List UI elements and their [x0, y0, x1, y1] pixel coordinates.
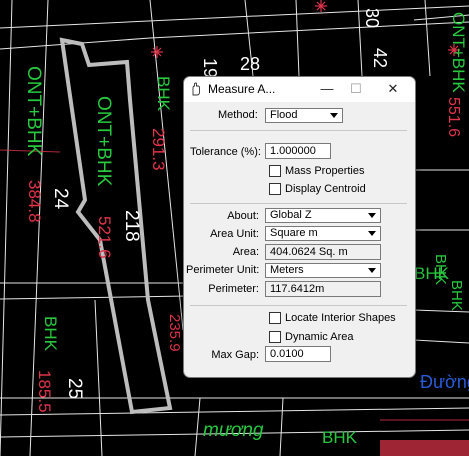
perimeter-output: 117.6412m [265, 281, 381, 297]
label-bhk-5: BHK [432, 254, 449, 285]
dynamic-area-label: Dynamic Area [285, 331, 354, 343]
label-291: 291.3 [149, 128, 168, 171]
tolerance-input[interactable]: 1.000000 [265, 143, 331, 159]
about-label: About: [227, 210, 259, 222]
area-unit-value: Square m [270, 227, 318, 239]
area-unit-dropdown[interactable]: Square m [265, 226, 381, 241]
dialog-titlebar[interactable]: Measure A... — ☐ ✕ [184, 77, 415, 102]
label-duong: Đường [420, 372, 469, 392]
label-551: 551.6 [445, 97, 462, 138]
chevron-down-icon [368, 231, 376, 236]
area-label: Area: [232, 246, 259, 258]
label-muong: mương [203, 420, 264, 441]
label-bhk-6: BHK [448, 280, 465, 311]
method-dropdown[interactable]: Flood [265, 108, 343, 123]
measure-area-dialog: Measure A... — ☐ ✕ Method: Flood Toleran… [183, 76, 416, 378]
perimeter-label: Perimeter: [208, 283, 259, 295]
label-25: 25 [64, 378, 85, 400]
dynamic-area-checkbox[interactable] [269, 331, 281, 343]
maximize-button[interactable]: ☐ [344, 77, 368, 102]
area-unit-label: Area Unit: [210, 228, 259, 240]
label-384: 384.8 [25, 180, 44, 223]
label-521: 521.6 [95, 216, 114, 259]
display-centroid-label: Display Centroid [285, 183, 366, 195]
method-label: Method: [218, 109, 258, 121]
perimeter-unit-value: Meters [270, 264, 304, 276]
mass-properties-checkbox[interactable] [269, 165, 281, 177]
divider [190, 130, 407, 131]
tolerance-label: Tolerance (%): [190, 146, 261, 158]
label-ont-bhk-3: ONT+BHK [449, 12, 468, 93]
label-ont-bhk-2: ONT+BHK [93, 96, 114, 187]
label-bhk-3: BHK [322, 428, 357, 447]
label-218: 218 [121, 210, 142, 242]
display-centroid-checkbox[interactable] [269, 183, 281, 195]
measure-tool-icon [192, 82, 200, 96]
locate-interior-checkbox[interactable] [269, 312, 281, 324]
max-gap-label: Max Gap: [211, 349, 259, 361]
label-30: 30 [362, 8, 382, 29]
area-output: 404.0624 Sq. m [265, 244, 381, 260]
perimeter-unit-label: Perimeter Unit: [186, 264, 260, 276]
chevron-down-icon [368, 268, 376, 273]
dialog-title: Measure A... [208, 82, 276, 96]
about-dropdown[interactable]: Global Z [265, 208, 381, 223]
label-24: 24 [50, 188, 71, 210]
label-ont-bhk-1: ONT+BHK [23, 66, 44, 157]
label-bhk-2: BHK [41, 316, 60, 351]
divider [190, 203, 407, 204]
label-28: 28 [240, 54, 261, 74]
max-gap-input[interactable]: 0.0100 [265, 346, 331, 362]
label-42: 42 [370, 48, 390, 69]
mass-properties-label: Mass Properties [285, 165, 365, 177]
divider [190, 305, 407, 306]
chevron-down-icon [330, 113, 338, 118]
locate-interior-label: Locate Interior Shapes [285, 312, 396, 324]
minimize-button[interactable]: — [315, 77, 339, 102]
label-235: 235.9 [166, 314, 183, 352]
label-bhk-1: BHK [154, 76, 173, 111]
chevron-down-icon [368, 213, 376, 218]
label-185: 185.5 [35, 370, 54, 413]
perimeter-unit-dropdown[interactable]: Meters [265, 263, 381, 278]
about-value: Global Z [270, 209, 312, 221]
method-value: Flood [270, 109, 298, 121]
close-button[interactable]: ✕ [381, 77, 405, 102]
